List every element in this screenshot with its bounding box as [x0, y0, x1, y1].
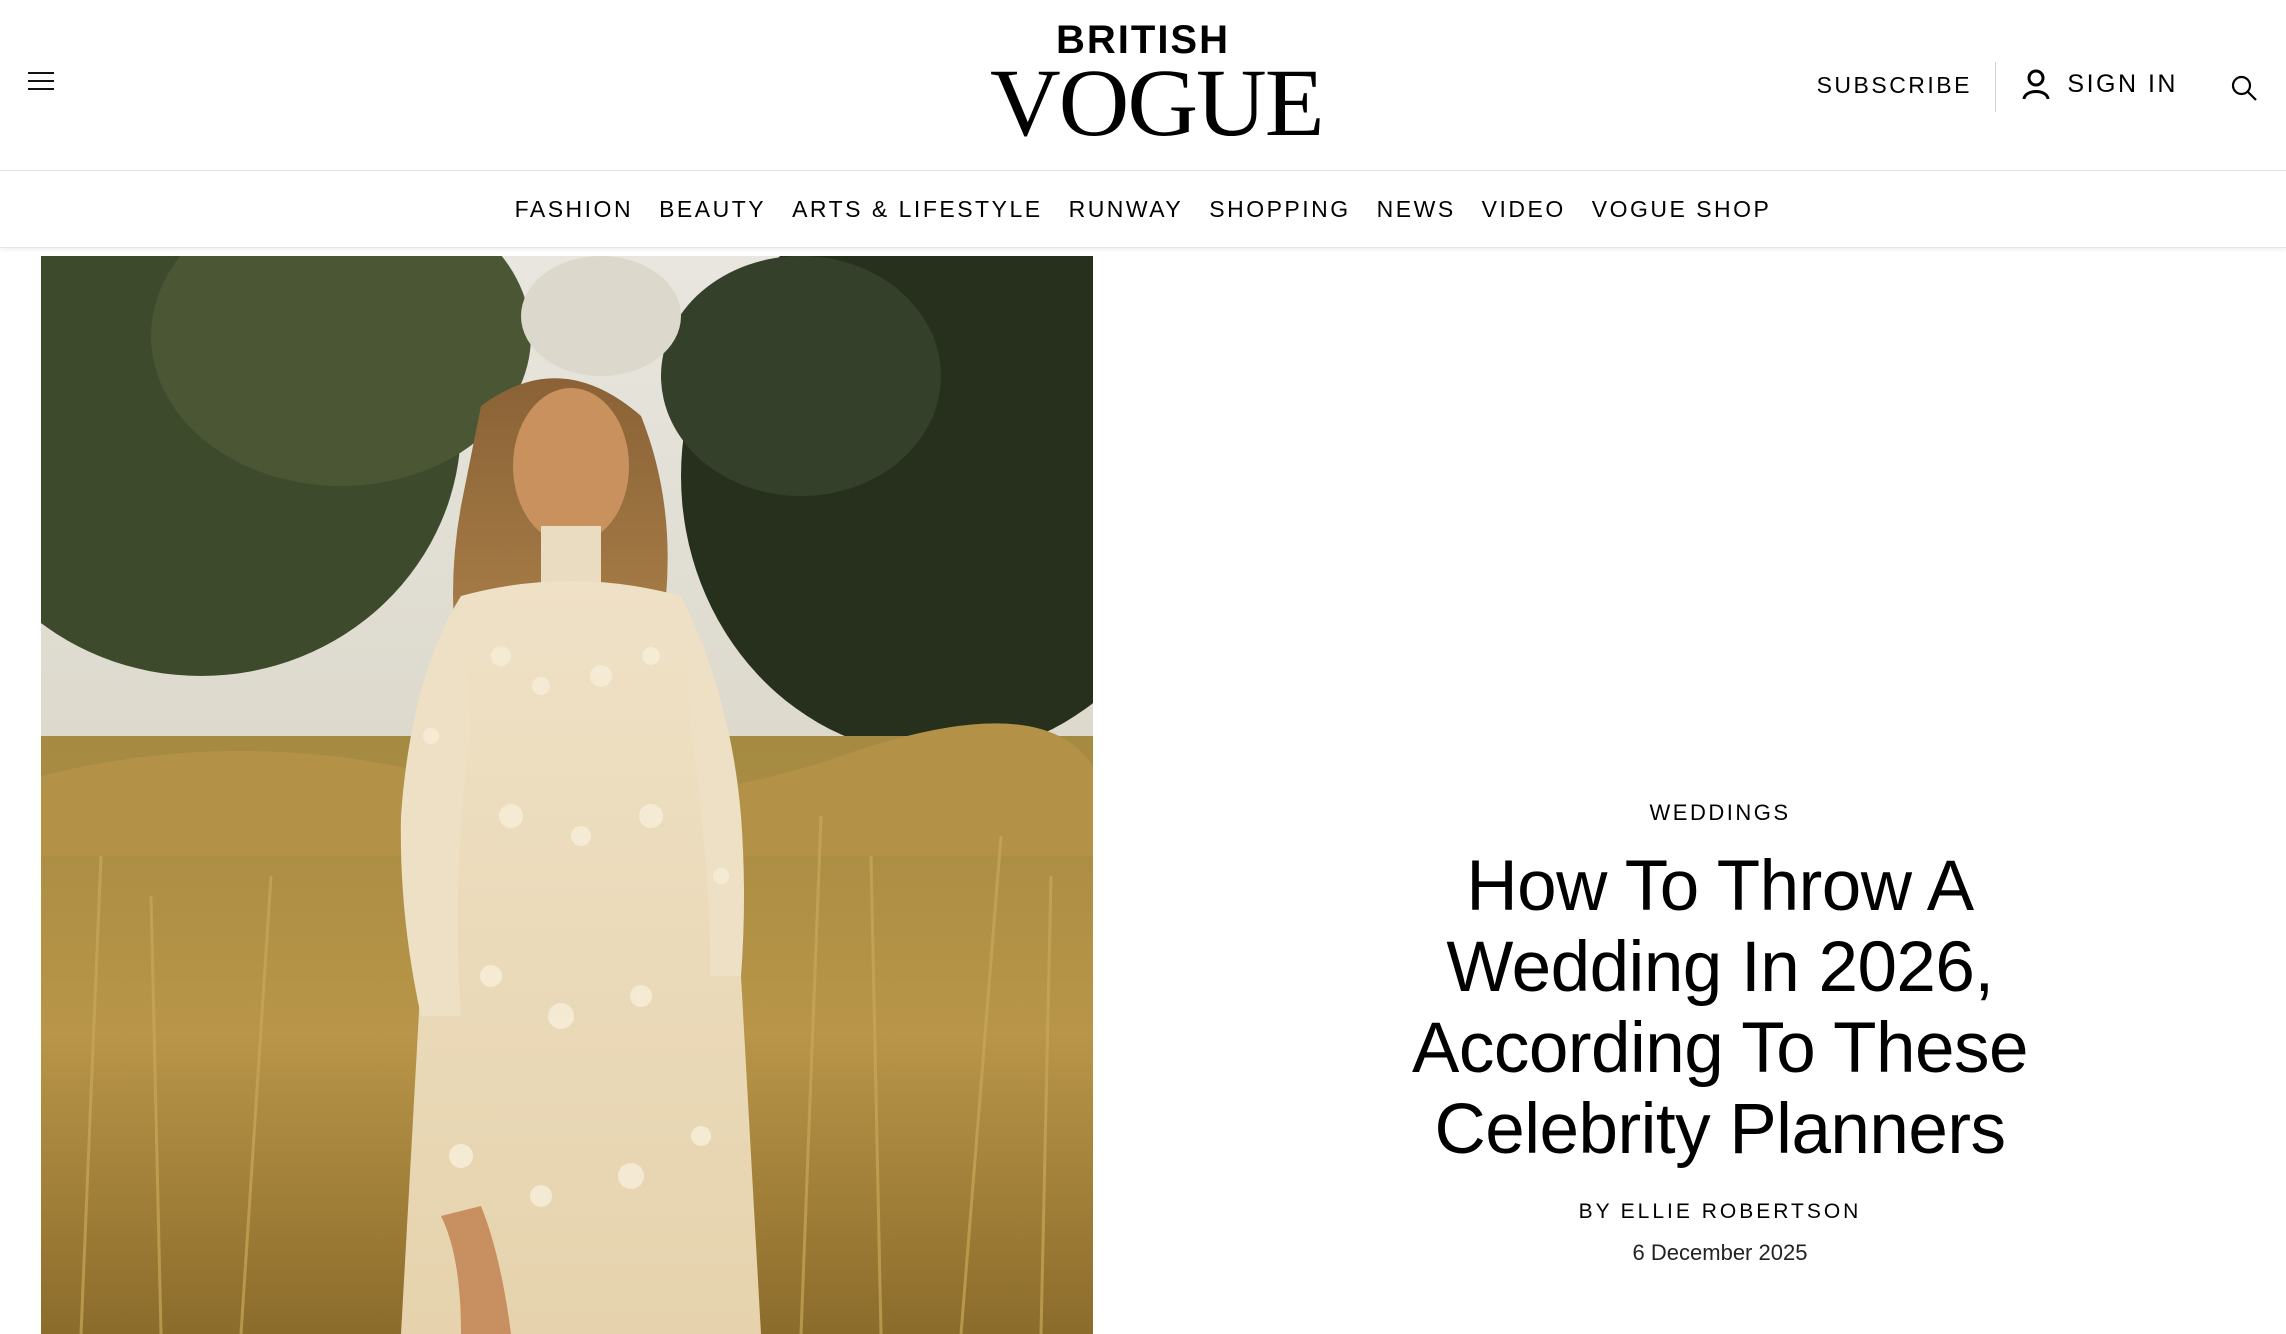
- hero-photo-illustration: [41, 256, 1093, 1334]
- article-header: WEDDINGS How To Throw A Wedding In 2026,…: [1200, 800, 2240, 1266]
- search-icon[interactable]: [2230, 74, 2258, 102]
- article-byline: BY ELLIE ROBERTSON: [1200, 1200, 2240, 1224]
- nav-item-shopping[interactable]: SHOPPING: [1209, 196, 1350, 223]
- article-category[interactable]: WEDDINGS: [1200, 800, 2240, 826]
- article-title: How To Throw A Wedding In 2026, Accordin…: [1412, 847, 2028, 1169]
- nav-item-vogue-shop[interactable]: VOGUE SHOP: [1592, 196, 1772, 223]
- hero-image[interactable]: [41, 256, 1093, 1334]
- nav-item-news[interactable]: NEWS: [1377, 196, 1456, 223]
- nav-item-beauty[interactable]: BEAUTY: [659, 196, 766, 223]
- nav-item-video[interactable]: VIDEO: [1482, 196, 1566, 223]
- header-actions: SUBSCRIBE SIGN IN: [1586, 60, 2286, 112]
- article-date: 6 December 2025: [1632, 1240, 1808, 1265]
- sign-in-label: SIGN IN: [2067, 69, 2178, 98]
- nav-item-runway[interactable]: RUNWAY: [1069, 196, 1184, 223]
- nav-item-fashion[interactable]: FASHION: [515, 196, 633, 223]
- sign-in-button[interactable]: SIGN IN: [2021, 68, 2178, 100]
- byline-prefix: BY: [1578, 1200, 1613, 1223]
- subscribe-link[interactable]: SUBSCRIBE: [1817, 72, 1972, 99]
- header-divider: [1995, 62, 1996, 112]
- author-link[interactable]: ELLIE ROBERTSON: [1621, 1200, 1862, 1223]
- site-logo[interactable]: BRITISH VOGUE: [990, 18, 1325, 156]
- site-header: BRITISH VOGUE SUBSCRIBE SIGN IN: [0, 0, 2286, 171]
- main-nav: FASHION BEAUTY ARTS & LIFESTYLE RUNWAY S…: [0, 171, 2286, 248]
- logo-brand-main: VOGUE: [990, 49, 1325, 156]
- menu-icon[interactable]: [28, 72, 54, 92]
- nav-item-arts-lifestyle[interactable]: ARTS & LIFESTYLE: [792, 196, 1042, 223]
- user-icon: [2022, 69, 2050, 100]
